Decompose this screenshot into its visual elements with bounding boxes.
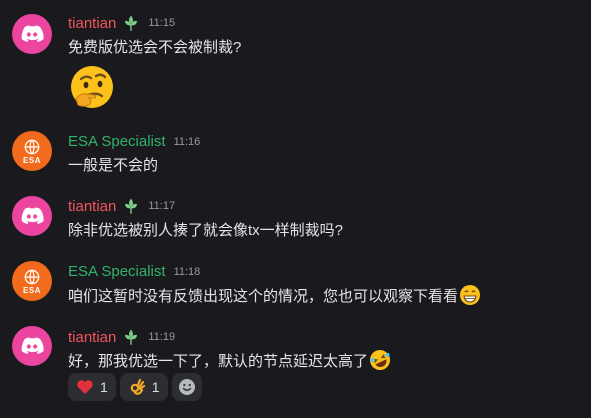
message-row: 好，那我优选一下了，默认的节点延迟太高了 — [68, 349, 391, 371]
message-text: 除非优选被别人揍了就会像tx一样制裁吗? — [68, 222, 344, 239]
heart-icon — [77, 380, 93, 394]
timestamp[interactable]: 11:19 — [148, 331, 175, 343]
reaction-heart[interactable]: 1 — [68, 373, 116, 401]
avatar[interactable]: ESA — [12, 261, 52, 301]
avatar[interactable] — [12, 196, 52, 236]
add-reaction-smiley-icon — [178, 379, 195, 395]
add-reaction-button[interactable] — [171, 373, 202, 401]
username[interactable]: tiantian — [68, 329, 116, 346]
reaction-count: 1 — [100, 379, 108, 395]
username[interactable]: tiantian — [68, 15, 116, 32]
discord-logo-icon — [19, 203, 45, 229]
rofl-emoji-icon — [370, 350, 391, 370]
message-text: 一般是不会的 — [68, 157, 159, 174]
timestamp[interactable]: 11:17 — [148, 200, 175, 212]
timestamp[interactable]: 11:15 — [148, 17, 175, 29]
leaf-badge-icon[interactable] — [122, 328, 140, 346]
avatar[interactable] — [12, 326, 52, 366]
reaction-count: 1 — [151, 379, 160, 395]
avatar[interactable]: ESA — [12, 131, 52, 171]
message-row: 咱们这暂时没有反馈出现这个的情况，您也可以观察下看看 — [68, 284, 481, 306]
message-text: 咱们这暂时没有反馈出现这个的情况，您也可以观察下看看 — [68, 287, 459, 305]
esa-globe-icon — [22, 267, 42, 287]
reactions-bar: 1 1 — [68, 373, 202, 401]
esa-globe-icon — [22, 137, 42, 157]
message-text: 免费版优选会不会被制裁? — [68, 39, 242, 56]
username[interactable]: ESA Specialist — [68, 133, 166, 150]
thinking-face-emoji-icon — [71, 66, 113, 108]
avatar-text: ESA — [23, 156, 41, 165]
leaf-badge-icon[interactable] — [122, 197, 140, 215]
reaction-ok-hand[interactable]: 1 — [119, 373, 168, 401]
timestamp[interactable]: 11:18 — [174, 266, 201, 278]
discord-logo-icon — [19, 21, 45, 47]
avatar[interactable] — [12, 14, 52, 54]
username[interactable]: ESA Specialist — [68, 263, 166, 280]
ok-hand-icon — [130, 378, 145, 395]
discord-logo-icon — [19, 333, 45, 359]
leaf-badge-icon[interactable] — [122, 14, 140, 32]
avatar-text: ESA — [23, 286, 41, 295]
message-text: 好，那我优选一下了，默认的节点延迟太高了 — [68, 352, 369, 370]
grinning-face-emoji-icon — [460, 285, 481, 305]
timestamp[interactable]: 11:16 — [174, 136, 201, 148]
username[interactable]: tiantian — [68, 198, 116, 215]
